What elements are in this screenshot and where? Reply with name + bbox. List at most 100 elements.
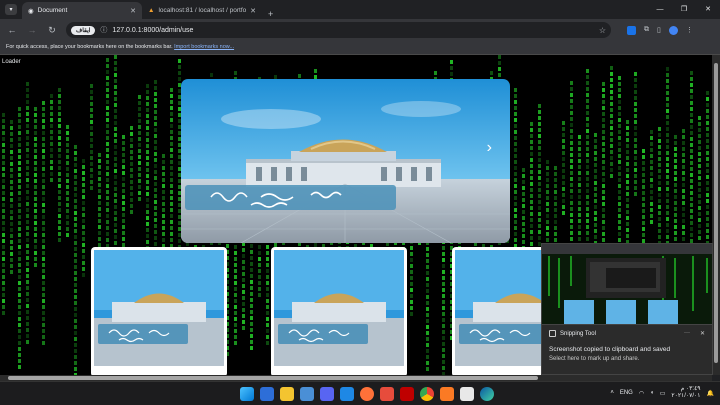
volume-icon[interactable]: ◖ <box>650 390 654 396</box>
matrix-glyph <box>138 179 141 183</box>
menu-icon[interactable]: ⋮ <box>686 26 693 34</box>
matrix-glyph <box>122 159 125 163</box>
profile-icon[interactable] <box>668 25 678 35</box>
url-text[interactable]: 127.0.0.1:8000/admin/use <box>112 27 193 34</box>
bookmark-star-icon[interactable]: ☆ <box>599 26 606 35</box>
close-icon[interactable]: ✕ <box>130 7 136 15</box>
matrix-glyph <box>154 152 157 156</box>
new-tab-button[interactable]: + <box>262 9 279 19</box>
tab-search-icon[interactable]: ▾ <box>5 4 17 15</box>
chevron-up-icon[interactable]: ˄ <box>610 390 614 396</box>
filezilla-icon[interactable] <box>400 387 414 401</box>
language-indicator[interactable]: ENG <box>620 390 633 396</box>
matrix-glyph <box>586 135 589 139</box>
wifi-icon[interactable]: ◠ <box>639 390 644 397</box>
matrix-glyph <box>618 142 621 146</box>
maximize-button[interactable]: ❐ <box>672 0 696 18</box>
matrix-glyph <box>98 201 101 205</box>
matrix-glyph <box>618 76 621 80</box>
vscode-icon[interactable] <box>340 387 354 401</box>
matrix-glyph <box>58 112 61 116</box>
matrix-glyph <box>234 323 237 327</box>
extension-icon[interactable] <box>627 25 636 35</box>
matrix-glyph <box>122 237 125 241</box>
close-icon[interactable]: ✕ <box>250 7 256 15</box>
matrix-glyph <box>90 120 93 124</box>
notification-bell-icon[interactable]: 🔔 <box>707 390 714 397</box>
horizontal-scroll-thumb[interactable] <box>8 376 538 380</box>
matrix-glyph <box>18 329 21 333</box>
matrix-glyph <box>26 148 29 152</box>
toast-menu-icon[interactable]: ··· <box>684 330 690 337</box>
pause-chip[interactable]: ايقاف <box>71 25 96 35</box>
matrix-glyph <box>610 84 613 88</box>
matrix-glyph <box>690 125 693 129</box>
snipping-tool-icon[interactable] <box>460 387 474 401</box>
chrome-icon[interactable] <box>420 387 434 401</box>
matrix-glyph <box>170 142 173 146</box>
app-icon[interactable] <box>380 387 394 401</box>
file-explorer-icon[interactable] <box>280 387 294 401</box>
matrix-glyph <box>114 67 117 71</box>
address-bar[interactable]: ايقاف ⓘ 127.0.0.1:8000/admin/use ☆ <box>66 22 611 38</box>
import-bookmarks-link[interactable]: Import bookmarks now... <box>174 44 234 50</box>
matrix-glyph <box>554 196 557 200</box>
discord-icon[interactable] <box>320 387 334 401</box>
matrix-glyph <box>106 100 109 104</box>
notepad-icon[interactable] <box>300 387 314 401</box>
matrix-glyph <box>138 173 141 177</box>
gallery-card[interactable] <box>271 247 407 375</box>
matrix-glyph <box>26 118 29 122</box>
matrix-glyph <box>82 237 85 241</box>
tab-document[interactable]: ◉ Document ✕ <box>22 2 142 19</box>
matrix-glyph <box>578 141 581 145</box>
toast-close-icon[interactable]: ✕ <box>700 330 705 337</box>
battery-icon[interactable]: ▭ <box>660 390 666 397</box>
matrix-glyph <box>426 259 429 263</box>
xampp-icon[interactable] <box>440 387 454 401</box>
matrix-glyph <box>130 210 133 214</box>
site-info-icon[interactable]: ⓘ <box>100 25 107 35</box>
snip-preview[interactable] <box>541 243 713 325</box>
hero-slider[interactable]: › <box>181 79 510 243</box>
forward-icon[interactable]: → <box>26 25 38 35</box>
matrix-glyph <box>130 168 133 172</box>
matrix-glyph <box>538 212 541 216</box>
matrix-glyph <box>26 100 29 104</box>
start-icon[interactable] <box>240 387 254 401</box>
matrix-glyph <box>82 213 85 217</box>
matrix-glyph <box>42 251 45 255</box>
next-slide-icon[interactable]: › <box>487 139 492 157</box>
matrix-glyph <box>426 253 429 257</box>
vertical-scroll-thumb[interactable] <box>714 63 718 363</box>
minimize-button[interactable]: — <box>648 0 672 18</box>
matrix-glyph <box>450 72 453 76</box>
clock[interactable]: ٠٣:٤٩ م ٢٠٢١/٠٧/٠١ <box>671 386 700 400</box>
back-icon[interactable]: ← <box>6 25 18 35</box>
store-icon[interactable] <box>260 387 274 401</box>
matrix-glyph <box>234 287 237 291</box>
matrix-glyph <box>634 192 637 196</box>
gallery-card[interactable] <box>91 247 227 375</box>
matrix-glyph <box>146 126 149 130</box>
matrix-glyph <box>10 150 13 154</box>
puzzle-icon[interactable]: ⧉ <box>644 26 649 34</box>
matrix-glyph <box>658 133 661 137</box>
matrix-glyph <box>698 140 701 144</box>
firefox-icon[interactable] <box>360 387 374 401</box>
reload-icon[interactable]: ↻ <box>46 25 58 36</box>
matrix-glyph <box>626 210 629 214</box>
matrix-glyph <box>690 113 693 117</box>
matrix-glyph <box>154 206 157 210</box>
edge-icon[interactable] <box>480 387 494 401</box>
tab-localhost[interactable]: ▲ localhost:81 / localhost / portfo ✕ <box>142 2 262 19</box>
matrix-glyph <box>674 213 677 217</box>
split-icon[interactable]: ▯ <box>657 26 661 34</box>
matrix-glyph <box>570 237 573 241</box>
close-window-button[interactable]: ✕ <box>696 0 720 18</box>
snipping-tool-notification[interactable]: Snipping Tool ··· ✕ Screenshot copied to… <box>541 325 713 375</box>
matrix-glyph <box>18 299 21 303</box>
matrix-glyph <box>34 125 37 129</box>
matrix-glyph <box>442 288 445 292</box>
matrix-glyph <box>554 214 557 218</box>
